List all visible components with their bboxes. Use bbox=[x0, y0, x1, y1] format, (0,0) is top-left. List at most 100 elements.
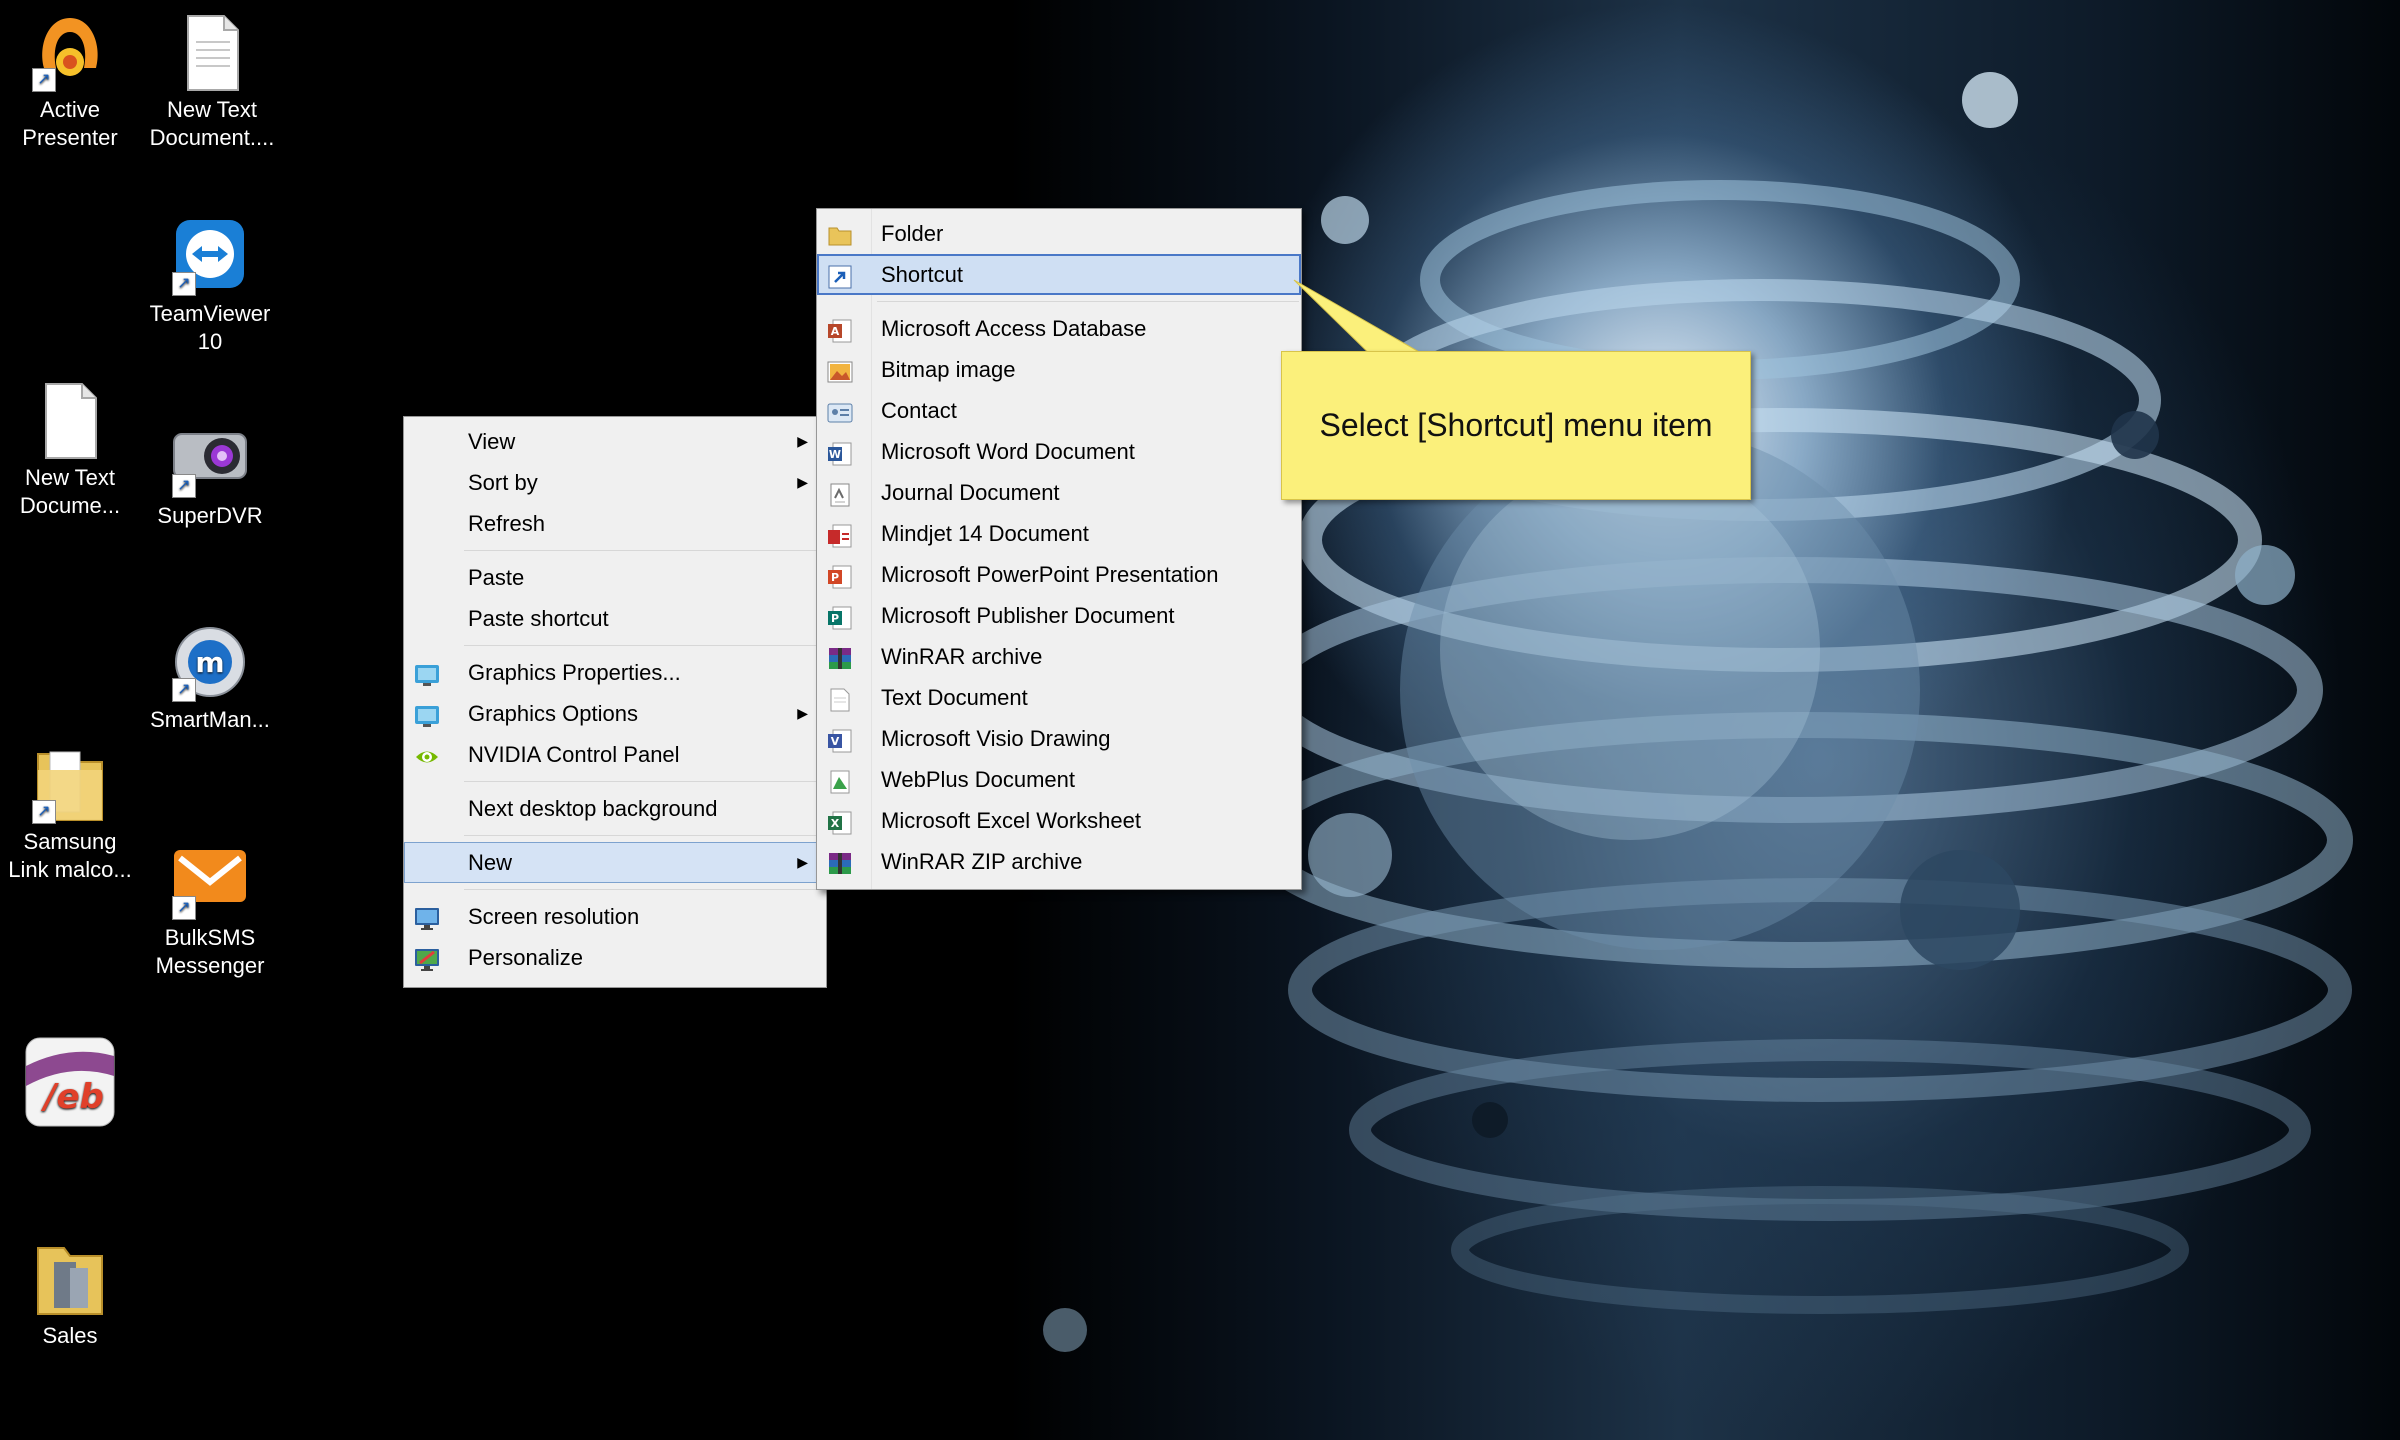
new-item-winrar-archive[interactable]: WinRAR archive bbox=[817, 636, 1301, 677]
callout-text: Select [Shortcut] menu item bbox=[1319, 407, 1713, 443]
desktop-icon-teamviewer[interactable]: ↗ TeamViewer 10 bbox=[140, 216, 280, 356]
menu-item-screen-resolution[interactable]: Screen resolution bbox=[404, 896, 826, 937]
submenu-arrow-icon: ▶ bbox=[797, 433, 808, 449]
svg-text:P: P bbox=[831, 571, 839, 584]
visio-icon: V bbox=[827, 726, 853, 753]
mindjet-icon bbox=[827, 521, 853, 548]
menu-item-label: WebPlus Document bbox=[881, 767, 1076, 792]
desktop-icon-bulksms[interactable]: ↗ BulkSMS Messenger bbox=[140, 840, 280, 980]
svg-text:X: X bbox=[831, 817, 840, 830]
menu-item-label: Microsoft Access Database bbox=[881, 316, 1147, 341]
menu-separator bbox=[464, 781, 824, 782]
new-submenu: Folder Shortcut A Microsoft Access Datab… bbox=[816, 208, 1302, 890]
journal-icon bbox=[827, 480, 853, 507]
superdvr-icon: ↗ bbox=[170, 418, 250, 498]
desktop-icon-superdvr[interactable]: ↗ SuperDVR bbox=[140, 418, 280, 530]
new-item-bitmap-image[interactable]: Bitmap image bbox=[817, 349, 1301, 390]
new-item-webplus-document[interactable]: WebPlus Document bbox=[817, 759, 1301, 800]
intel-graphics-icon bbox=[414, 701, 440, 727]
word-icon: W bbox=[827, 439, 853, 466]
menu-item-label: Microsoft Visio Drawing bbox=[881, 726, 1111, 751]
menu-item-label: Personalize bbox=[468, 945, 583, 970]
menu-item-label: Journal Document bbox=[881, 480, 1060, 505]
menu-separator bbox=[464, 889, 824, 890]
menu-item-sort-by[interactable]: Sort by ▶ bbox=[404, 462, 826, 503]
menu-item-label: Bitmap image bbox=[881, 357, 1016, 382]
tutorial-callout: Select [Shortcut] menu item bbox=[1281, 351, 1751, 500]
new-item-powerpoint-presentation[interactable]: P Microsoft PowerPoint Presentation bbox=[817, 554, 1301, 595]
menu-item-label: WinRAR ZIP archive bbox=[881, 849, 1083, 874]
menu-item-graphics-properties[interactable]: Graphics Properties... bbox=[404, 652, 826, 693]
shortcut-arrow-icon: ↗ bbox=[172, 474, 196, 498]
menu-item-label: Sort by bbox=[468, 470, 538, 495]
new-item-winrar-zip-archive[interactable]: WinRAR ZIP archive bbox=[817, 841, 1301, 882]
desktop-icon-label: New Text Docume... bbox=[19, 465, 121, 518]
menu-item-label: Microsoft Publisher Document bbox=[881, 603, 1175, 628]
new-item-access-database[interactable]: A Microsoft Access Database bbox=[817, 308, 1301, 349]
menu-item-label: Graphics Properties... bbox=[468, 660, 681, 685]
desktop-icon-label: TeamViewer 10 bbox=[149, 301, 271, 354]
shortcut-arrow-icon: ↗ bbox=[172, 678, 196, 702]
menu-item-paste[interactable]: Paste bbox=[404, 557, 826, 598]
desktop-icon-label: BulkSMS Messenger bbox=[155, 925, 265, 978]
desktop-icon-active-presenter[interactable]: ↗ Active Presenter bbox=[0, 12, 140, 152]
new-item-word-document[interactable]: W Microsoft Word Document bbox=[817, 431, 1301, 472]
desktop-icon-label: Sales bbox=[42, 1323, 98, 1348]
menu-item-label: Text Document bbox=[881, 685, 1028, 710]
menu-item-label: Screen resolution bbox=[468, 904, 640, 929]
bulksms-icon: ↗ bbox=[170, 840, 250, 920]
desktop-icon-label: Samsung Link malco... bbox=[8, 829, 132, 882]
menu-item-refresh[interactable]: Refresh bbox=[404, 503, 826, 544]
submenu-arrow-icon: ▶ bbox=[797, 854, 808, 870]
new-item-journal-document[interactable]: Journal Document bbox=[817, 472, 1301, 513]
desktop-icon-label: Active Presenter bbox=[22, 97, 118, 150]
new-text-document-2-icon bbox=[30, 380, 110, 460]
menu-item-label: Paste bbox=[468, 565, 525, 590]
personalize-icon bbox=[414, 945, 440, 971]
new-item-visio-drawing[interactable]: V Microsoft Visio Drawing bbox=[817, 718, 1301, 759]
menu-item-label: New bbox=[468, 850, 513, 875]
new-item-publisher-document[interactable]: P Microsoft Publisher Document bbox=[817, 595, 1301, 636]
excel-icon: X bbox=[827, 808, 853, 835]
svg-text:m: m bbox=[195, 646, 224, 679]
new-item-text-document[interactable]: Text Document bbox=[817, 677, 1301, 718]
menu-item-paste-shortcut[interactable]: Paste shortcut bbox=[404, 598, 826, 639]
desktop-icon-samsung-link[interactable]: ↗ Samsung Link malco... bbox=[0, 744, 140, 884]
svg-text:W: W bbox=[829, 448, 841, 461]
menu-item-new[interactable]: New ▶ bbox=[404, 842, 826, 883]
desktop-icon-sales[interactable]: Sales bbox=[0, 1238, 140, 1350]
desktop-icon-label: SuperDVR bbox=[157, 503, 263, 528]
new-item-folder[interactable]: Folder bbox=[817, 213, 1301, 254]
desktop-icon-new-text-document-2[interactable]: New Text Docume... bbox=[0, 380, 140, 520]
menu-item-label: Next desktop background bbox=[468, 796, 718, 821]
menu-item-label: View bbox=[468, 429, 516, 454]
menu-item-label: Graphics Options bbox=[468, 701, 638, 726]
powerpoint-icon: P bbox=[827, 562, 853, 589]
access-icon: A bbox=[827, 316, 853, 343]
desktop-icon-label: New Text Document.... bbox=[149, 97, 275, 150]
svg-text:V: V bbox=[831, 735, 840, 748]
svg-text:A: A bbox=[831, 325, 840, 338]
desktop-icon-smartman[interactable]: m ↗ SmartMan... bbox=[140, 622, 280, 734]
menu-separator bbox=[877, 301, 1299, 302]
menu-item-nvidia-control-panel[interactable]: NVIDIA Control Panel bbox=[404, 734, 826, 775]
winrar-icon bbox=[827, 644, 853, 670]
new-item-contact[interactable]: Contact bbox=[817, 390, 1301, 431]
winrar-zip-icon bbox=[827, 849, 853, 875]
menu-item-label: Microsoft Excel Worksheet bbox=[881, 808, 1142, 833]
menu-item-next-desktop-background[interactable]: Next desktop background bbox=[404, 788, 826, 829]
desktop-icon-new-text-document[interactable]: New Text Document.... bbox=[142, 12, 282, 152]
new-item-mindjet-document[interactable]: Mindjet 14 Document bbox=[817, 513, 1301, 554]
smartman-icon: m ↗ bbox=[170, 622, 250, 702]
menu-item-label: Paste shortcut bbox=[468, 606, 609, 631]
sales-folder-icon bbox=[30, 1238, 110, 1318]
menu-item-view[interactable]: View ▶ bbox=[404, 421, 826, 462]
bitmap-icon bbox=[827, 357, 853, 383]
menu-item-personalize[interactable]: Personalize bbox=[404, 937, 826, 978]
shortcut-arrow-icon: ↗ bbox=[172, 896, 196, 920]
menu-item-graphics-options[interactable]: Graphics Options ▶ bbox=[404, 693, 826, 734]
text-document-icon bbox=[827, 685, 853, 712]
new-item-shortcut[interactable]: Shortcut bbox=[817, 254, 1301, 295]
new-item-excel-worksheet[interactable]: X Microsoft Excel Worksheet bbox=[817, 800, 1301, 841]
desktop-icon-web[interactable]: /eb bbox=[0, 1036, 140, 1132]
